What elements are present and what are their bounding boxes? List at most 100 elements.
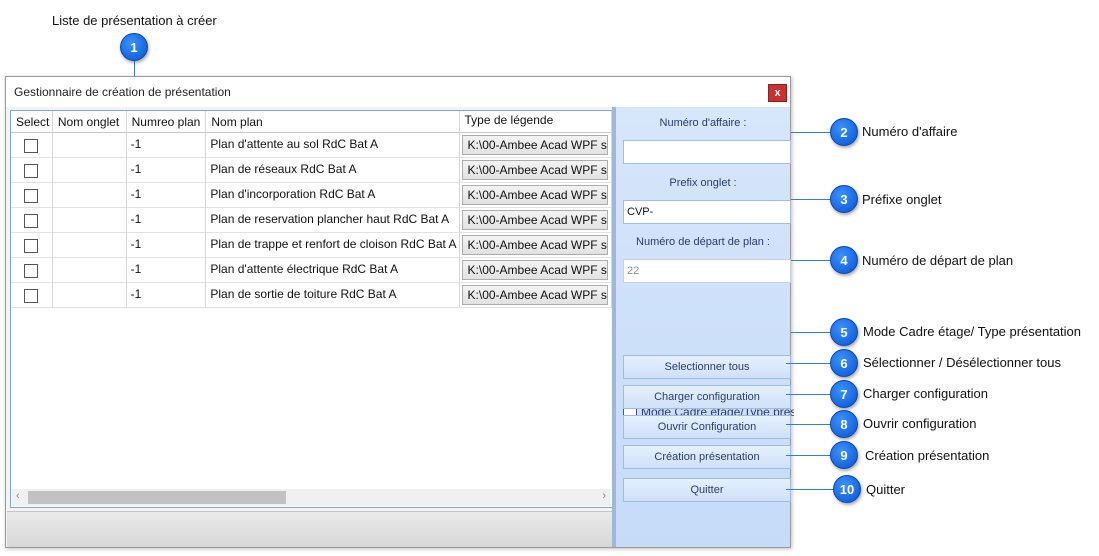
table-row: -1 Plan d'attente au sol RdC Bat A K:\00… bbox=[11, 133, 612, 158]
row-select-checkbox[interactable] bbox=[24, 189, 38, 203]
charger-configuration-button[interactable]: Charger configuration bbox=[623, 385, 791, 409]
depart-plan-label: Numéro de départ de plan : bbox=[636, 236, 770, 248]
table-row: -1 Plan de réseaux RdC Bat A K:\00-Ambee… bbox=[11, 158, 612, 183]
callout-text-8: Ouvrir configuration bbox=[863, 416, 977, 431]
callout-text-6: Sélectionner / Désélectionner tous bbox=[863, 355, 1062, 370]
type-legende-combo[interactable]: K:\00-Ambee Acad WPF s bbox=[461, 235, 608, 255]
status-bar bbox=[7, 511, 613, 547]
callout-text-3: Préfixe onglet bbox=[862, 192, 942, 207]
row-select-checkbox[interactable] bbox=[24, 164, 38, 178]
callout-text-2: Numéro d'affaire bbox=[862, 124, 958, 139]
nom-plan-cell[interactable]: Plan de reservation plancher haut RdC Ba… bbox=[206, 208, 460, 233]
callout-badge-9: 9 bbox=[830, 441, 858, 469]
nom-onglet-cell[interactable] bbox=[53, 133, 127, 158]
callout-text-4: Numéro de départ de plan bbox=[862, 253, 1014, 268]
nom-plan-cell[interactable]: Plan d'attente électrique RdC Bat A bbox=[206, 258, 460, 283]
numero-affaire-input[interactable] bbox=[623, 140, 791, 164]
column-header-nom-onglet[interactable]: Nom onglet bbox=[52, 111, 127, 133]
callout-text-9: Création présentation bbox=[865, 448, 990, 463]
column-header-select[interactable]: Select bbox=[11, 111, 53, 133]
grid-header: Select Nom onglet Numreo plan Nom plan T… bbox=[11, 111, 612, 133]
creation-presentation-button[interactable]: Création présentation bbox=[623, 445, 791, 469]
callout-leader-3 bbox=[791, 199, 831, 200]
horizontal-scrollbar[interactable]: ‹ › bbox=[12, 489, 611, 506]
ouvrir-configuration-button[interactable]: Ouvrir Configuration bbox=[623, 415, 791, 439]
numero-plan-cell[interactable]: -1 bbox=[127, 258, 207, 283]
numero-affaire-label: Numéro d'affaire : bbox=[659, 117, 747, 129]
type-legende-combo[interactable]: K:\00-Ambee Acad WPF s bbox=[461, 135, 608, 155]
nom-onglet-cell[interactable] bbox=[53, 158, 127, 183]
presentation-manager-window: Gestionnaire de création de présentation… bbox=[5, 76, 794, 548]
type-legende-combo[interactable]: K:\00-Ambee Acad WPF s bbox=[461, 185, 608, 205]
nom-onglet-cell[interactable] bbox=[53, 208, 127, 233]
numero-plan-cell[interactable]: -1 bbox=[127, 233, 207, 258]
numero-plan-cell[interactable]: -1 bbox=[127, 208, 207, 233]
callout-leader-9 bbox=[786, 455, 831, 456]
numero-plan-cell[interactable]: -1 bbox=[127, 283, 207, 308]
table-row: -1 Plan de sortie de toiture RdC Bat A K… bbox=[11, 283, 612, 308]
callout-leader-8 bbox=[786, 424, 831, 425]
type-legende-combo[interactable]: K:\00-Ambee Acad WPF s bbox=[461, 285, 608, 305]
callout-leader-2 bbox=[791, 132, 831, 133]
callout-text-5: Mode Cadre étage/ Type présentation bbox=[863, 324, 1082, 339]
quitter-button[interactable]: Quitter bbox=[623, 478, 791, 502]
title-bar: Gestionnaire de création de présentation… bbox=[6, 77, 790, 107]
callout-badge-2: 2 bbox=[830, 118, 858, 146]
callout-badge-6: 6 bbox=[830, 349, 858, 377]
callout-badge-10: 10 bbox=[833, 475, 861, 503]
callout-leader-4 bbox=[791, 260, 831, 261]
callout-badge-5: 5 bbox=[830, 318, 858, 346]
type-legende-combo[interactable]: K:\00-Ambee Acad WPF s bbox=[461, 260, 608, 280]
callout-text-10: Quitter bbox=[866, 482, 906, 497]
row-select-checkbox[interactable] bbox=[24, 214, 38, 228]
nom-onglet-cell[interactable] bbox=[53, 183, 127, 208]
callout-text-7: Charger configuration bbox=[863, 386, 989, 401]
scroll-right-icon[interactable]: › bbox=[602, 490, 606, 502]
column-header-nom-plan[interactable]: Nom plan bbox=[206, 111, 460, 133]
row-select-checkbox[interactable] bbox=[24, 289, 38, 303]
column-header-numero-plan[interactable]: Numreo plan bbox=[126, 111, 207, 133]
scroll-left-icon[interactable]: ‹ bbox=[16, 490, 20, 502]
callout-badge-4: 4 bbox=[830, 246, 858, 274]
settings-panel: Numéro d'affaire : Prefix onglet : CVP- … bbox=[612, 107, 794, 547]
select-all-button[interactable]: Selectionner tous bbox=[623, 355, 791, 379]
table-row: -1 Plan d'attente électrique RdC Bat A K… bbox=[11, 258, 612, 283]
callout-badge-8: 8 bbox=[830, 410, 858, 438]
table-row: -1 Plan d'incorporation RdC Bat A K:\00-… bbox=[11, 183, 612, 208]
row-select-checkbox[interactable] bbox=[24, 139, 38, 153]
callout-leader-10 bbox=[786, 489, 834, 490]
numero-plan-cell[interactable]: -1 bbox=[127, 183, 207, 208]
table-row: -1 Plan de reservation plancher haut RdC… bbox=[11, 208, 612, 233]
nom-plan-cell[interactable]: Plan d'attente au sol RdC Bat A bbox=[206, 133, 460, 158]
callout-badge-1: 1 bbox=[120, 33, 148, 61]
nom-plan-cell[interactable]: Plan de trappe et renfort de cloison RdC… bbox=[206, 233, 460, 258]
annotation-list-label: Liste de présentation à créer bbox=[52, 13, 217, 28]
close-button[interactable]: x bbox=[768, 84, 787, 102]
callout-leader-5 bbox=[791, 332, 831, 333]
nom-onglet-cell[interactable] bbox=[53, 233, 127, 258]
table-row: -1 Plan de trappe et renfort de cloison … bbox=[11, 233, 612, 258]
row-select-checkbox[interactable] bbox=[24, 239, 38, 253]
window-title: Gestionnaire de création de présentation bbox=[14, 85, 231, 99]
nom-onglet-cell[interactable] bbox=[53, 283, 127, 308]
grid-body: -1 Plan d'attente au sol RdC Bat A K:\00… bbox=[11, 133, 612, 308]
presentation-grid: Select Nom onglet Numreo plan Nom plan T… bbox=[10, 110, 613, 508]
type-legende-combo[interactable]: K:\00-Ambee Acad WPF s bbox=[461, 210, 608, 230]
nom-onglet-cell[interactable] bbox=[53, 258, 127, 283]
nom-plan-cell[interactable]: Plan de réseaux RdC Bat A bbox=[206, 158, 460, 183]
callout-badge-7: 7 bbox=[830, 380, 858, 408]
callout-badge-3: 3 bbox=[830, 185, 858, 213]
prefix-onglet-input[interactable]: CVP- bbox=[623, 200, 791, 224]
column-header-type-legende[interactable]: Type de légende bbox=[459, 111, 612, 133]
nom-plan-cell[interactable]: Plan d'incorporation RdC Bat A bbox=[206, 183, 460, 208]
scrollbar-thumb[interactable] bbox=[28, 491, 286, 504]
callout-leader-6 bbox=[786, 363, 831, 364]
row-select-checkbox[interactable] bbox=[24, 264, 38, 278]
nom-plan-cell[interactable]: Plan de sortie de toiture RdC Bat A bbox=[206, 283, 460, 308]
prefix-onglet-label: Prefix onglet : bbox=[669, 177, 737, 189]
numero-plan-cell[interactable]: -1 bbox=[127, 133, 207, 158]
callout-leader-7 bbox=[786, 394, 831, 395]
numero-plan-cell[interactable]: -1 bbox=[127, 158, 207, 183]
type-legende-combo[interactable]: K:\00-Ambee Acad WPF s bbox=[461, 160, 608, 180]
depart-plan-input[interactable]: 22 bbox=[623, 259, 791, 283]
